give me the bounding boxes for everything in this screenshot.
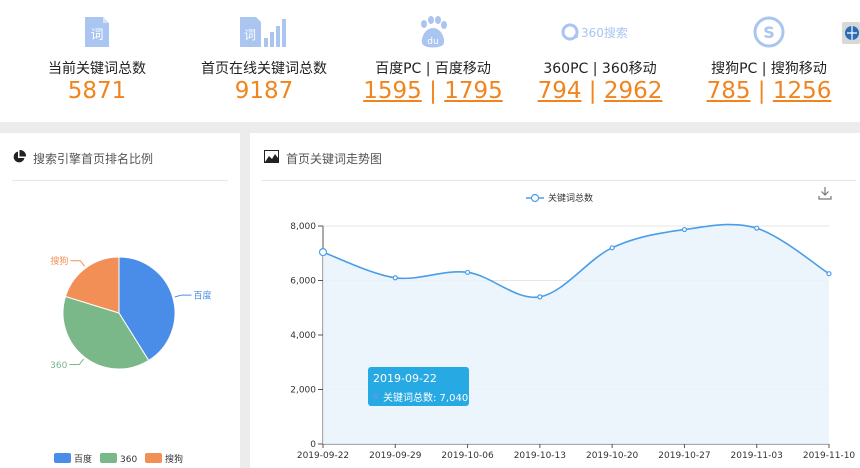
stat-separator: | [581, 78, 604, 104]
tooltip-date: 2019-09-22 [373, 372, 437, 385]
pie-legend-label[interactable]: 搜狗 [165, 453, 183, 465]
stat-value: 794 | 2962 [515, 78, 685, 104]
data-point[interactable] [609, 245, 615, 251]
y-tick-label: 2,000 [290, 386, 316, 396]
stat-current-keywords: 词 当前关键词总数 5871 [12, 0, 182, 122]
stat-value: 5871 [67, 78, 127, 104]
pie-legend-swatch[interactable] [54, 453, 71, 463]
keyword-chart-icon: 词 [240, 17, 286, 47]
x-tick-label: 2019-10-20 [586, 451, 639, 461]
sogou-logo-icon: S [753, 16, 785, 48]
keyword-doc-icon: 词 [85, 17, 109, 47]
stat-homepage-keywords: 词 首页在线关键词总数 9187 [179, 0, 349, 122]
x-tick-label: 2019-11-03 [731, 451, 783, 461]
pie-leader-line [174, 294, 192, 298]
stat-value: 9187 [234, 78, 294, 104]
pie-panel: 搜索引擎首页排名比例 百度 360 搜狗 百度 360 搜狗 [0, 133, 240, 468]
x-tick-label: 2019-11-10 [803, 451, 856, 461]
browser-icon[interactable] [842, 22, 860, 44]
area-fill [323, 224, 829, 444]
360-mobile-link[interactable]: 2962 [604, 78, 663, 104]
y-tick-label: 8,000 [290, 222, 316, 232]
chart-tooltip: 2019-09-22 关键词总数: 7,040 [368, 367, 469, 406]
stat-value: 785 | 1256 [684, 78, 854, 104]
stat-label: 百度PC | 百度移动 [375, 61, 491, 77]
legend-marker[interactable] [530, 193, 540, 203]
pie-legend-swatch[interactable] [100, 453, 117, 463]
data-point[interactable] [464, 269, 471, 275]
stat-label: 首页在线关键词总数 [201, 61, 327, 77]
stat-separator: | [421, 78, 445, 104]
y-tick-label: 4,000 [290, 331, 316, 341]
y-tick-label: 0 [310, 440, 316, 450]
legend-label[interactable]: 关键词总数 [548, 192, 593, 204]
baidu-mobile-link[interactable]: 1795 [444, 78, 503, 104]
data-point[interactable] [392, 275, 398, 281]
pie-slice-label: 搜狗 [50, 255, 68, 267]
stat-value: 1595 | 1795 [348, 78, 518, 104]
stat-separator: | [750, 78, 773, 104]
pie-slice-label: 360 [50, 361, 67, 371]
logo-360-icon: 360搜索 [561, 23, 628, 41]
sogou-mobile-link[interactable]: 1256 [773, 78, 832, 104]
360-pc-link[interactable]: 794 [538, 78, 582, 104]
baidu-paw-icon: du [421, 16, 447, 48]
pie-leader-line [69, 358, 85, 366]
sogou-logo-glyph: S [763, 23, 775, 42]
pie-chart: 百度 360 搜狗 百度 360 搜狗 [50, 255, 211, 465]
data-point[interactable] [681, 226, 688, 233]
stat-sogou: S 搜狗PC | 搜狗移动 785 | 1256 [684, 0, 854, 122]
pie-legend-swatch[interactable] [145, 453, 162, 463]
baidu-pc-link[interactable]: 1595 [363, 78, 422, 104]
pie-slice-label: 百度 [193, 290, 211, 302]
y-tick-label: 6,000 [290, 277, 316, 287]
x-tick-label: 2019-09-22 [297, 451, 349, 461]
trend-chart: 02,0004,0006,0008,000 2019-09-22 2019-09-… [290, 192, 856, 461]
pie-leader-line [70, 260, 85, 267]
stats-bar: 词 当前关键词总数 5871 词 首页在线关键词总数 9187 du 百度PC … [0, 0, 860, 122]
stat-360: 360搜索 360PC | 360移动 794 | 2962 [515, 0, 685, 122]
pie-legend-label[interactable]: 百度 [74, 453, 92, 465]
data-point[interactable] [754, 225, 760, 231]
baidu-paw-glyph: du [427, 37, 438, 47]
logo-360-text: 360搜索 [581, 25, 628, 40]
keyword-chart-glyph: 词 [244, 28, 256, 42]
keyword-doc-glyph: 词 [90, 28, 103, 43]
tooltip-series-dot [373, 393, 379, 399]
pie-legend-label[interactable]: 360 [120, 455, 137, 465]
stat-label: 360PC | 360移动 [543, 61, 657, 77]
stat-label: 搜狗PC | 搜狗移动 [711, 61, 827, 77]
sogou-pc-link[interactable]: 785 [707, 78, 751, 104]
data-point[interactable] [537, 294, 543, 300]
x-tick-label: 2019-10-06 [441, 451, 494, 461]
tooltip-value: 关键词总数: 7,040 [383, 393, 469, 404]
x-tick-label: 2019-09-29 [369, 451, 422, 461]
x-tick-label: 2019-10-13 [514, 451, 566, 461]
stat-baidu: du 百度PC | 百度移动 1595 | 1795 [348, 0, 518, 122]
data-point[interactable] [318, 248, 328, 257]
stat-label: 当前关键词总数 [48, 61, 146, 77]
data-point[interactable] [826, 271, 832, 277]
x-tick-label: 2019-10-27 [658, 451, 710, 461]
trend-panel: 首页关键词走势图 0 2,000 4,000 6,000 8,000 2019-09-2… [250, 133, 860, 468]
